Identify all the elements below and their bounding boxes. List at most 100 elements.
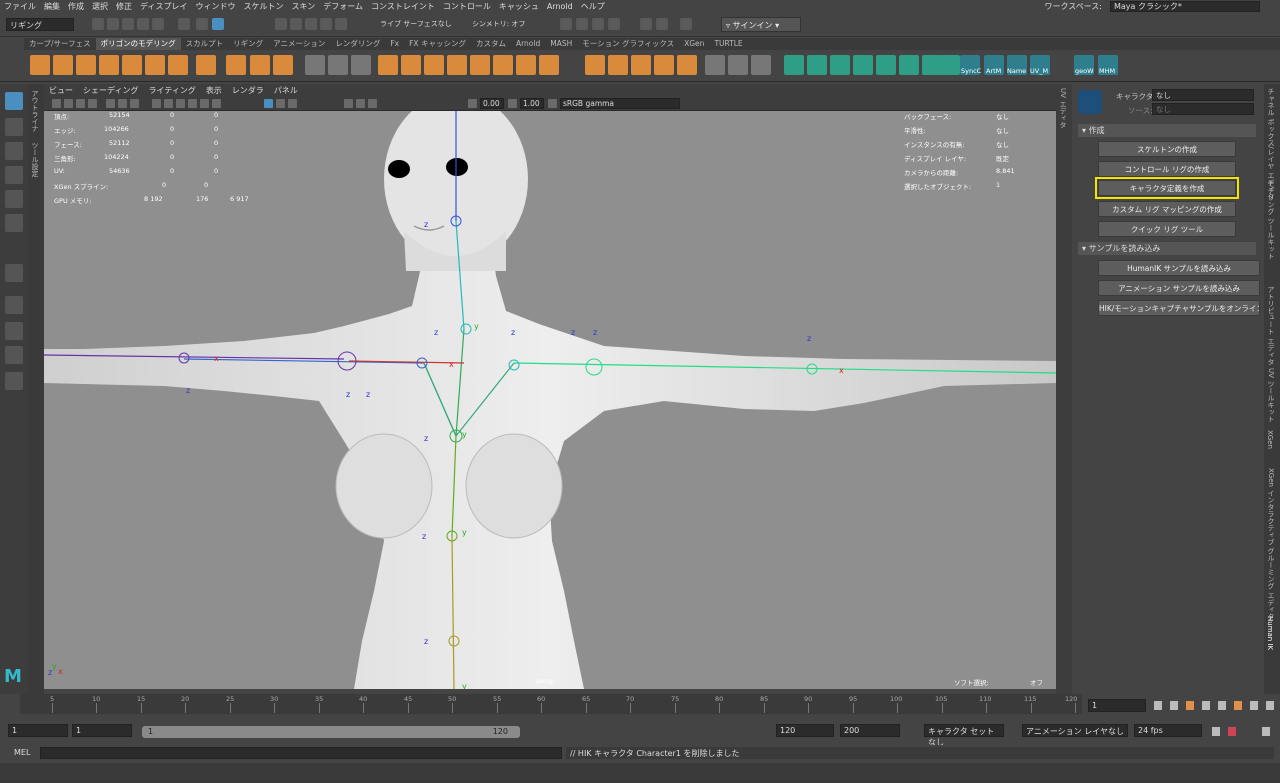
separate-icon[interactable] bbox=[328, 55, 348, 75]
section-create[interactable]: ▾ 作成 bbox=[1078, 124, 1256, 137]
menu-cache[interactable]: キャッシュ bbox=[495, 1, 543, 12]
lasso-tool-icon[interactable] bbox=[5, 118, 23, 136]
merge-icon[interactable] bbox=[493, 55, 513, 75]
wireframe-on-shaded-icon[interactable] bbox=[176, 99, 185, 108]
menu-window[interactable]: ウィンドウ bbox=[191, 1, 239, 12]
depth-of-field-icon[interactable] bbox=[368, 99, 377, 108]
sculpt-icon[interactable] bbox=[751, 55, 771, 75]
tab-animation[interactable]: アニメーション bbox=[268, 38, 330, 50]
mel-label[interactable]: MEL bbox=[14, 748, 30, 757]
go-to-start-icon[interactable] bbox=[1154, 701, 1162, 710]
redo-icon[interactable] bbox=[152, 18, 164, 30]
tab-xgen[interactable]: XGen bbox=[679, 38, 709, 50]
create-skeleton-button[interactable]: スケルトンの作成 bbox=[1098, 141, 1236, 157]
tab-uv-editor[interactable]: UV エディタ bbox=[1058, 88, 1068, 128]
end-time-field[interactable]: 200 bbox=[840, 724, 900, 737]
exposure-field[interactable]: 0.00 bbox=[480, 98, 504, 109]
poly-cylinder-icon[interactable] bbox=[76, 55, 96, 75]
tab-xgen[interactable]: XGen bbox=[1266, 430, 1274, 449]
planar-map-icon[interactable] bbox=[807, 55, 827, 75]
menu-select[interactable]: 選択 bbox=[88, 1, 112, 12]
smooth-icon[interactable] bbox=[351, 55, 371, 75]
color-management-icon[interactable] bbox=[548, 99, 557, 108]
single-perspective-icon[interactable] bbox=[5, 296, 23, 314]
camera-attr-icon[interactable] bbox=[64, 99, 73, 108]
tab-xgen-grooming[interactable]: XGen インタラクティブ グルーミング エディタ bbox=[1266, 468, 1276, 620]
exposure-icon[interactable] bbox=[468, 99, 477, 108]
move-tool-icon[interactable] bbox=[5, 166, 23, 184]
menu-skeleton[interactable]: スケルトン bbox=[239, 1, 287, 12]
multi-cut-icon[interactable] bbox=[585, 55, 605, 75]
menu-file[interactable]: ファイル bbox=[0, 1, 40, 12]
color-space-select[interactable]: sRGB gamma bbox=[560, 98, 680, 109]
step-forward-key-icon[interactable] bbox=[1234, 701, 1242, 710]
bookmark-icon[interactable] bbox=[76, 99, 85, 108]
menu-arnold[interactable]: Arnold bbox=[543, 2, 577, 11]
panel-menu-panels[interactable]: パネル bbox=[269, 85, 303, 96]
tab-arnold[interactable]: Arnold bbox=[511, 38, 545, 50]
camera-based-icon[interactable] bbox=[784, 55, 804, 75]
isolate-select-icon[interactable] bbox=[264, 99, 273, 108]
snap-view-icon[interactable] bbox=[320, 18, 332, 30]
loop-icon[interactable] bbox=[1212, 727, 1220, 736]
four-view-icon[interactable] bbox=[5, 322, 23, 340]
tab-human-ik[interactable]: Human IK bbox=[1266, 616, 1274, 650]
uv-layout-icon[interactable] bbox=[677, 55, 697, 75]
soft-select-icon[interactable] bbox=[705, 55, 725, 75]
platonic-icon[interactable] bbox=[196, 55, 216, 75]
tab-fx-caching[interactable]: FX キャッシング bbox=[404, 38, 471, 50]
fps-select[interactable]: 24 fps bbox=[1134, 724, 1202, 737]
append-icon[interactable] bbox=[516, 55, 536, 75]
checker-icon[interactable] bbox=[899, 55, 919, 75]
panel-menu-shading[interactable]: シェーディング bbox=[78, 85, 143, 96]
wireframe-icon[interactable] bbox=[152, 99, 161, 108]
live-surface-label[interactable]: ライブ サーフェスなし bbox=[380, 19, 452, 29]
poly-disc-icon[interactable] bbox=[168, 55, 188, 75]
persp-outliner-icon[interactable] bbox=[5, 346, 23, 364]
undo-icon[interactable] bbox=[137, 18, 149, 30]
save-scene-icon[interactable] bbox=[122, 18, 134, 30]
target-weld-icon[interactable] bbox=[608, 55, 628, 75]
play-backward-icon[interactable] bbox=[1202, 701, 1210, 710]
poly-torus-icon[interactable] bbox=[122, 55, 142, 75]
scale-tool-icon[interactable] bbox=[5, 214, 23, 232]
tab-sculpting[interactable]: スカルプト bbox=[181, 38, 229, 50]
xray-joints-icon[interactable] bbox=[288, 99, 297, 108]
render-icon[interactable] bbox=[560, 18, 572, 30]
lights-icon[interactable] bbox=[200, 99, 209, 108]
spherical-map-icon[interactable] bbox=[853, 55, 873, 75]
rotate-tool-icon[interactable] bbox=[5, 190, 23, 208]
smooth-shade-icon[interactable] bbox=[164, 99, 173, 108]
menu-constrain[interactable]: コンストレイント bbox=[367, 1, 439, 12]
paint-select-tool-icon[interactable] bbox=[5, 142, 23, 160]
hypershade-icon[interactable] bbox=[608, 18, 620, 30]
tab-motion-graphics[interactable]: モーション グラフィックス bbox=[577, 38, 679, 50]
panel-menu-lighting[interactable]: ライティング bbox=[143, 85, 200, 96]
tab-uv-toolkit[interactable]: UV ツールキット bbox=[1266, 368, 1276, 422]
quick-rig-tool-button[interactable]: クイック リグ ツール bbox=[1098, 221, 1236, 237]
menu-set-select[interactable]: リギング bbox=[6, 18, 74, 31]
outliner-layout-icon[interactable] bbox=[5, 372, 23, 390]
step-forward-frame-icon[interactable] bbox=[1250, 701, 1258, 710]
render-settings-icon[interactable] bbox=[592, 18, 604, 30]
get-mocap-samples-online-button[interactable]: HIK/モーションキャプチャサンプルをオンラインで取得 bbox=[1098, 300, 1260, 316]
resolution-gate-icon[interactable] bbox=[130, 99, 139, 108]
select-hierarchy-icon[interactable] bbox=[178, 18, 190, 30]
menu-help[interactable]: ヘルプ bbox=[577, 1, 609, 12]
xray-icon[interactable] bbox=[276, 99, 285, 108]
tab-poly-modeling[interactable]: ポリゴンのモデリング bbox=[95, 38, 181, 50]
text-icon[interactable] bbox=[250, 55, 270, 75]
cylindrical-map-icon[interactable] bbox=[830, 55, 850, 75]
film-gate-icon[interactable] bbox=[118, 99, 127, 108]
signin-button[interactable]: ▿ サインイン ▾ bbox=[721, 17, 801, 32]
workspace-select[interactable]: Maya クラシック* bbox=[1110, 1, 1260, 12]
open-scene-icon[interactable] bbox=[107, 18, 119, 30]
cut-uv-icon[interactable] bbox=[922, 55, 942, 75]
poly-sphere-icon[interactable] bbox=[30, 55, 50, 75]
poly-cube-icon[interactable] bbox=[53, 55, 73, 75]
tab-attribute-editor[interactable]: アトリビュート エディタ bbox=[1266, 286, 1276, 365]
grid-icon[interactable] bbox=[106, 99, 115, 108]
tab-outliner[interactable]: アウトライナ bbox=[30, 90, 40, 132]
svg-icon[interactable] bbox=[273, 55, 293, 75]
ipr-render-icon[interactable] bbox=[576, 18, 588, 30]
